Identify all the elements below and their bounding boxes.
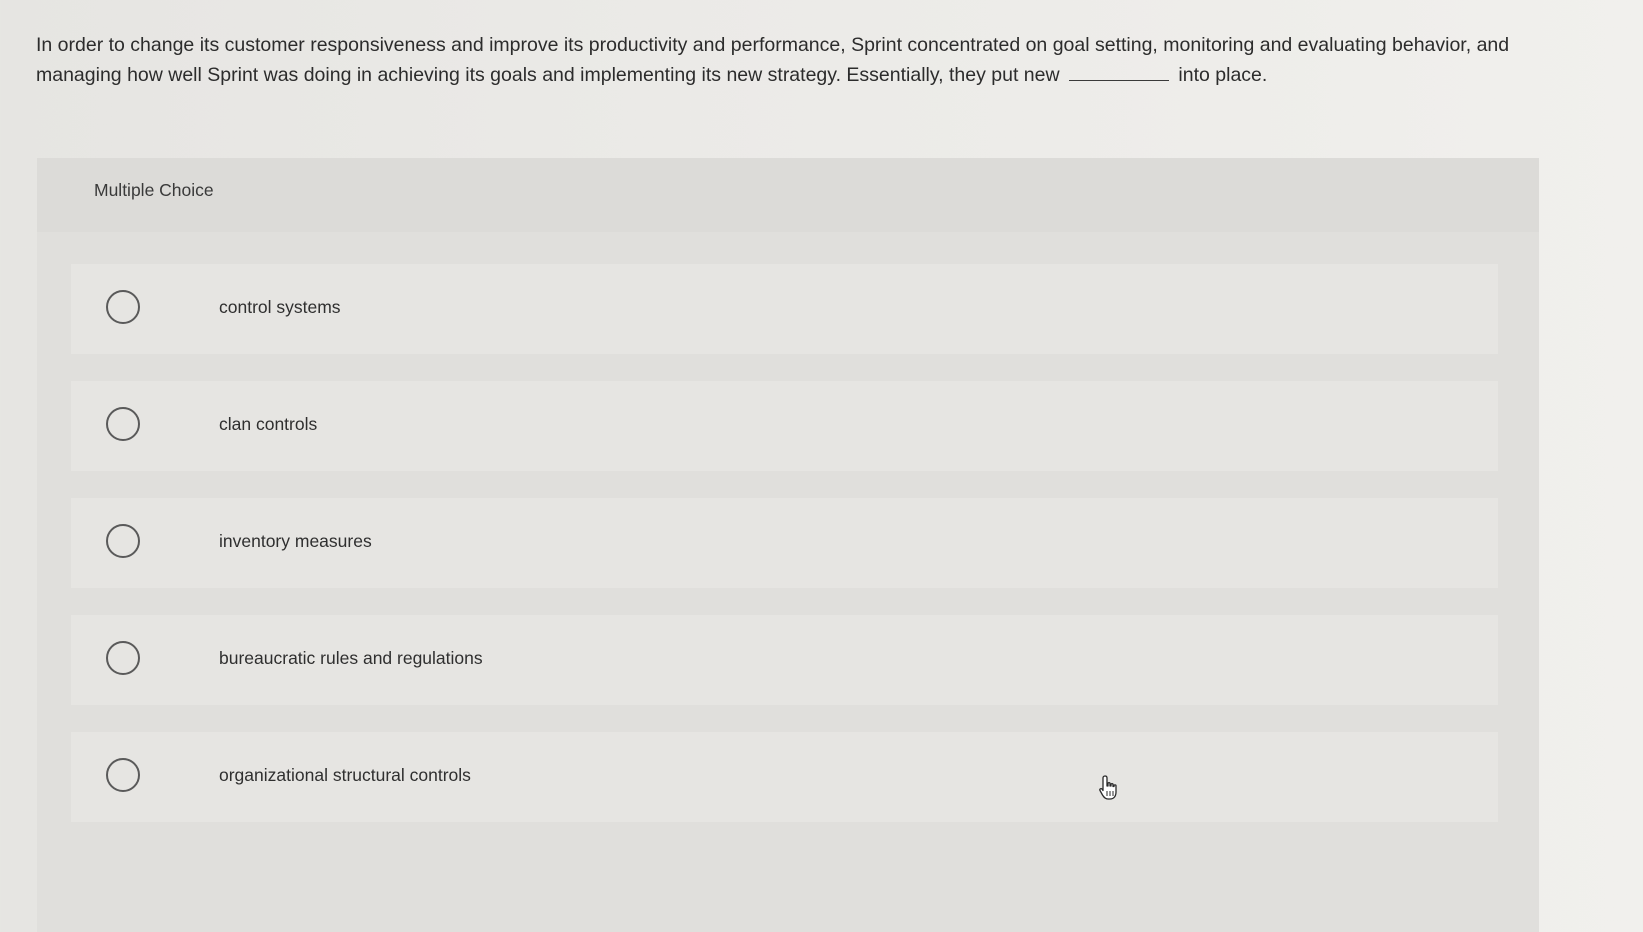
panel-header: Multiple Choice <box>37 158 1539 232</box>
radio-button-icon[interactable] <box>106 758 140 792</box>
choice-label: bureaucratic rules and regulations <box>219 648 483 668</box>
panel-title: Multiple Choice <box>94 180 214 200</box>
question-text-before: In order to change its customer responsi… <box>36 34 1510 86</box>
answer-blank <box>1069 62 1169 81</box>
question-text: In order to change its customer responsi… <box>36 30 1566 90</box>
choice-label: control systems <box>219 297 341 317</box>
radio-button-icon[interactable] <box>106 290 140 324</box>
choice-option[interactable]: inventory measures <box>71 498 1498 588</box>
hand-pointer-icon <box>1099 775 1117 800</box>
choice-option[interactable]: organizational structural controls <box>71 732 1498 822</box>
choice-label: inventory measures <box>219 531 372 551</box>
question-text-after: into place. <box>1178 64 1268 86</box>
choice-option[interactable]: clan controls <box>71 381 1498 471</box>
radio-button-icon[interactable] <box>106 524 140 558</box>
choice-option[interactable]: bureaucratic rules and regulations <box>71 615 1498 705</box>
choice-option[interactable]: control systems <box>71 264 1498 354</box>
options-list: control systems clan controls inventory … <box>37 232 1539 932</box>
radio-button-icon[interactable] <box>106 407 140 441</box>
multiple-choice-panel: Multiple Choice control systems clan con… <box>37 158 1539 932</box>
choice-label: clan controls <box>219 414 318 434</box>
choice-label: organizational structural controls <box>219 765 471 785</box>
radio-button-icon[interactable] <box>106 641 140 675</box>
